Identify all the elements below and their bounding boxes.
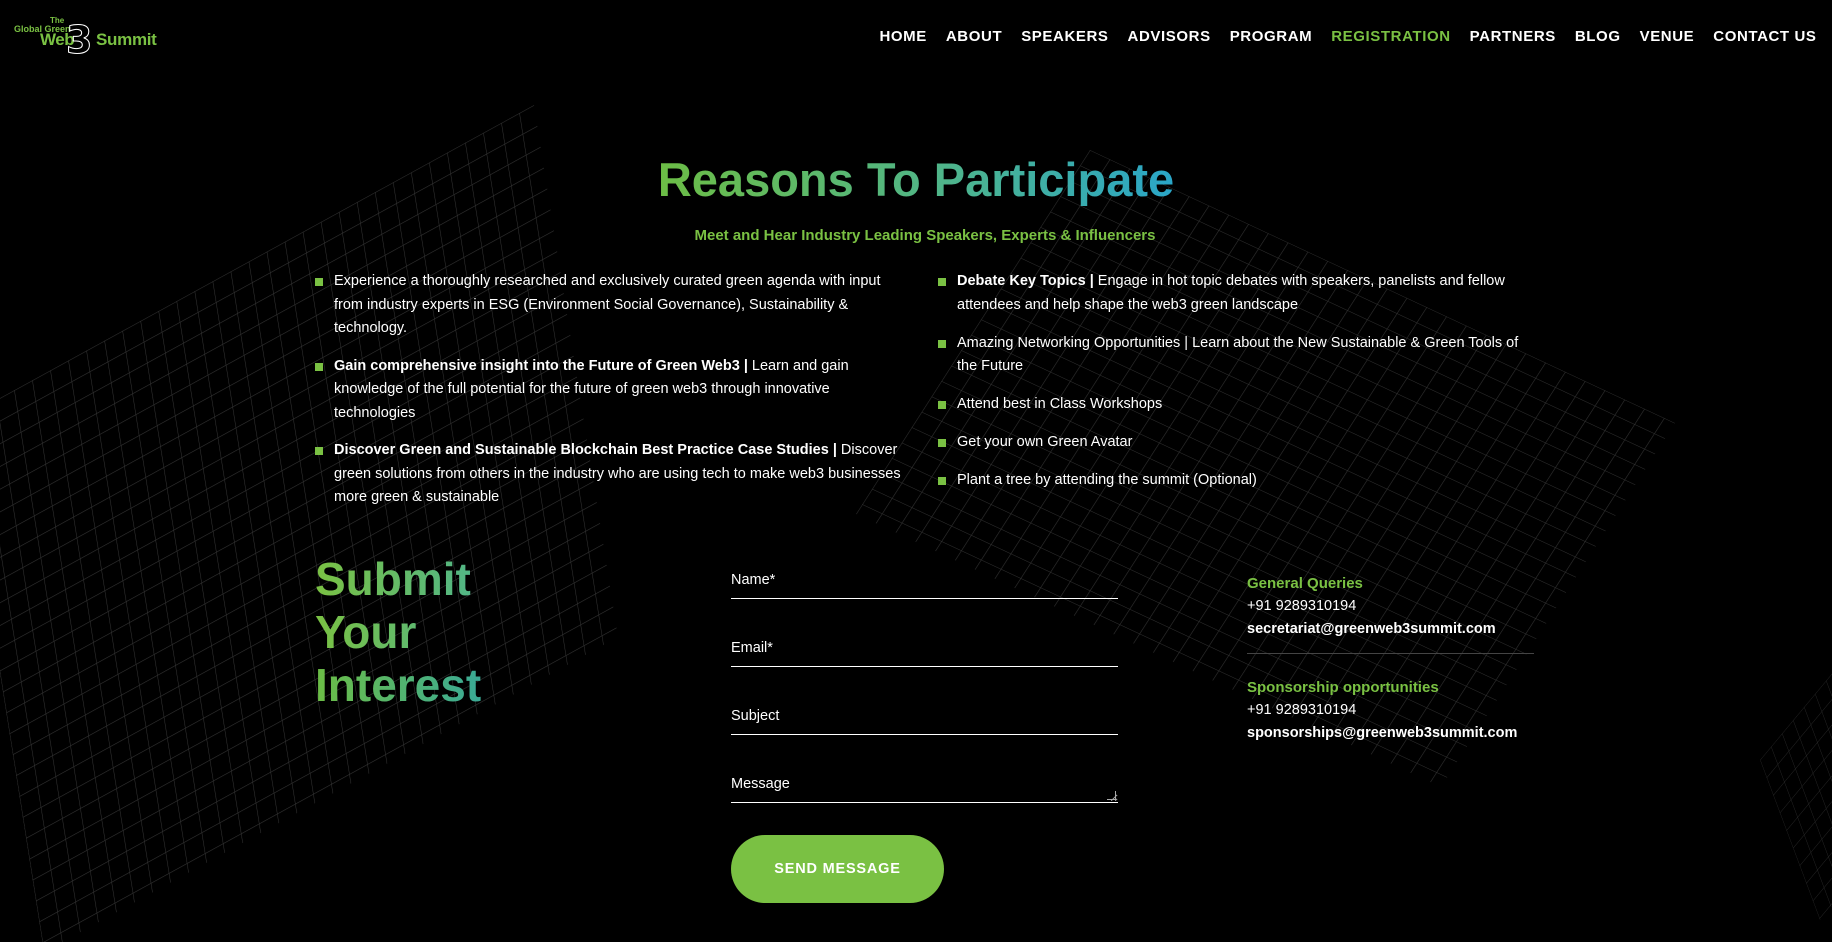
sponsorship-heading: Sponsorship opportunities (1247, 679, 1439, 696)
main-nav: HOME ABOUT SPEAKERS ADVISORS PROGRAM REG… (870, 28, 1826, 45)
list-item: Gain comprehensive insight into the Futu… (315, 355, 905, 426)
submit-title-line: Interest (315, 659, 482, 711)
reasons-title: Reasons To Participate (657, 153, 1175, 206)
message-field[interactable]: Message (731, 770, 1118, 803)
list-item: Debate Key Topics | Engage in hot topic … (938, 270, 1528, 317)
nav-contact-us[interactable]: CONTACT US (1704, 28, 1826, 45)
subject-input[interactable] (731, 702, 1118, 734)
email-input[interactable] (731, 634, 1118, 666)
general-phone[interactable]: +91 9289310194 (1247, 595, 1534, 618)
subject-field[interactable]: Subject (731, 702, 1118, 735)
nav-partners[interactable]: PARTNERS (1460, 28, 1565, 45)
nav-blog[interactable]: BLOG (1565, 28, 1630, 45)
contact-divider (1247, 653, 1534, 654)
send-message-button[interactable]: SEND MESSAGE (731, 835, 944, 903)
general-email-link[interactable]: secretariat@greenweb3summit.com (1247, 618, 1534, 641)
name-input[interactable] (731, 566, 1118, 598)
message-textarea[interactable] (731, 770, 1118, 802)
sponsorship-phone[interactable]: +91 9289310194 (1247, 699, 1534, 722)
nav-about[interactable]: ABOUT (936, 28, 1011, 45)
site-logo[interactable]: The Global Green Web 3 Summit (14, 16, 164, 62)
nav-registration[interactable]: REGISTRATION (1322, 28, 1460, 45)
general-queries-heading: General Queries (1247, 575, 1363, 592)
interest-form: Name* Email* Subject Message (731, 566, 1118, 838)
nav-speakers[interactable]: SPEAKERS (1012, 28, 1118, 45)
logo-three: 3 (65, 18, 93, 62)
submit-interest-title: Submit Your Interest (315, 553, 481, 712)
nav-program[interactable]: PROGRAM (1220, 28, 1322, 45)
list-item: Get your own Green Avatar (938, 431, 1528, 455)
reasons-list-left: Experience a thoroughly researched and e… (315, 270, 905, 524)
reasons-subtitle: Meet and Hear Industry Leading Speakers,… (694, 227, 1156, 244)
nav-advisors[interactable]: ADVISORS (1118, 28, 1220, 45)
contact-info: General Queries +91 9289310194 secretari… (1247, 572, 1534, 745)
nav-home[interactable]: HOME (870, 28, 936, 45)
list-item: Amazing Networking Opportunities | Learn… (938, 332, 1528, 379)
list-item: Discover Green and Sustainable Blockchai… (315, 439, 905, 510)
email-field[interactable]: Email* (731, 634, 1118, 667)
submit-title-line: Submit (315, 553, 481, 606)
site-header: The Global Green Web 3 Summit HOME ABOUT… (0, 0, 1832, 76)
list-item: Experience a thoroughly researched and e… (315, 270, 905, 341)
list-item: Plant a tree by attending the summit (Op… (938, 469, 1528, 493)
submit-title-line: Your (315, 606, 481, 659)
name-field[interactable]: Name* (731, 566, 1118, 599)
list-item: Attend best in Class Workshops (938, 393, 1528, 417)
reasons-list-right: Debate Key Topics | Engage in hot topic … (938, 270, 1528, 507)
nav-venue[interactable]: VENUE (1630, 28, 1704, 45)
logo-summit: Summit (96, 30, 157, 49)
sponsorship-email-link[interactable]: sponsorships@greenweb3summit.com (1247, 722, 1534, 745)
